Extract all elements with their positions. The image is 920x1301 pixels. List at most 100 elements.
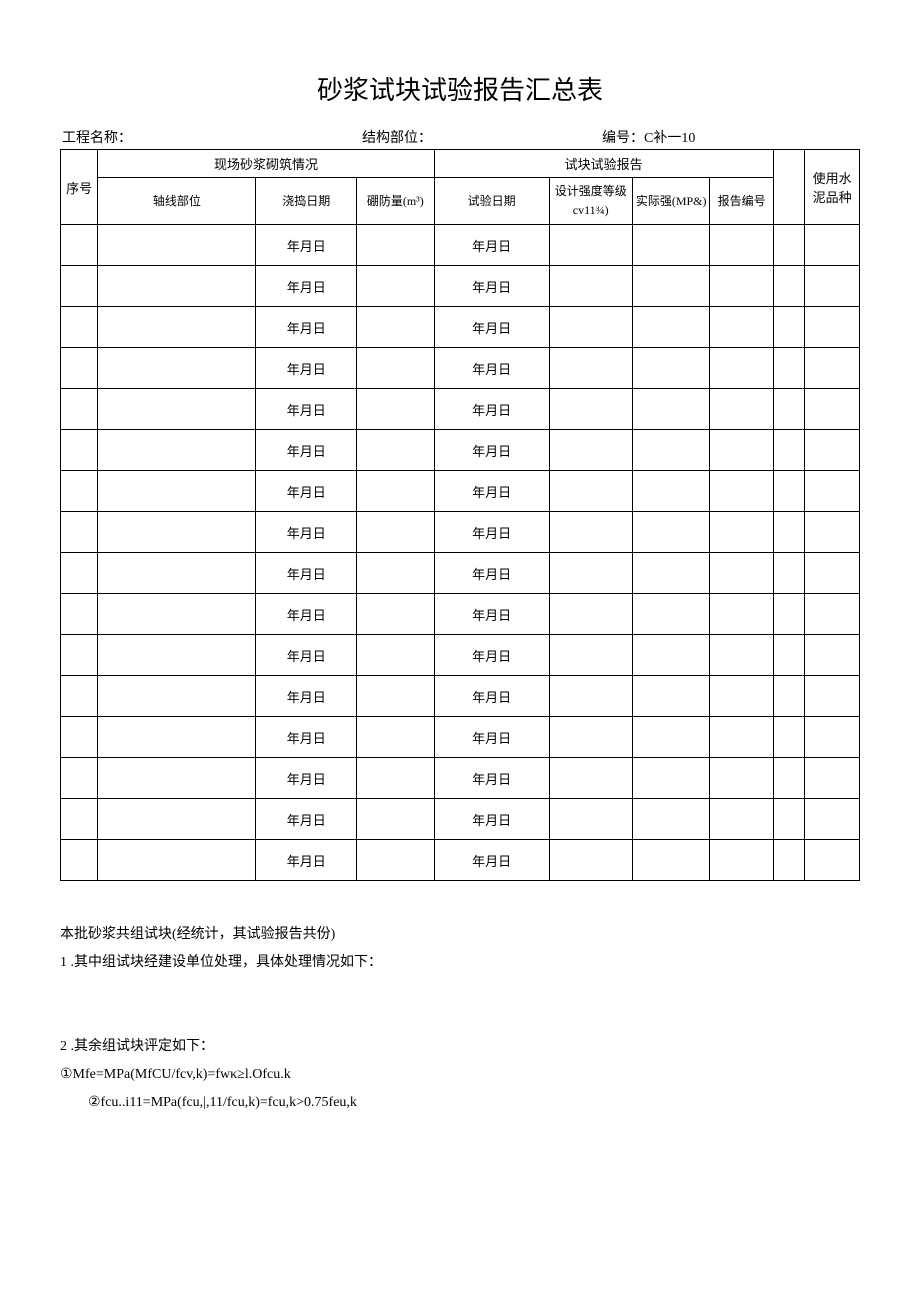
table-cell bbox=[632, 840, 710, 881]
header-report-group: 试块试验报告 bbox=[434, 150, 773, 178]
table-cell bbox=[549, 225, 632, 266]
table-cell: 年月日 bbox=[434, 594, 549, 635]
table-cell bbox=[61, 676, 98, 717]
table-cell bbox=[549, 307, 632, 348]
table-cell bbox=[61, 389, 98, 430]
table-cell bbox=[773, 676, 805, 717]
table-cell bbox=[710, 348, 773, 389]
table-cell bbox=[98, 307, 256, 348]
table-cell: 年月日 bbox=[434, 758, 549, 799]
table-cell bbox=[357, 758, 435, 799]
table-cell bbox=[61, 635, 98, 676]
table-cell: 年月日 bbox=[434, 471, 549, 512]
table-cell bbox=[632, 266, 710, 307]
table-cell: 年月日 bbox=[434, 389, 549, 430]
table-cell bbox=[357, 307, 435, 348]
table-cell bbox=[357, 799, 435, 840]
table-cell bbox=[549, 553, 632, 594]
table-row: 年月日年月日 bbox=[61, 471, 860, 512]
table-cell bbox=[805, 512, 860, 553]
table-row: 年月日年月日 bbox=[61, 635, 860, 676]
summary-table: 序号 现场砂浆砌筑情况 试块试验报告 使用水泥品种 轴线部位 浇捣日期 硼防量(… bbox=[60, 149, 860, 881]
table-cell bbox=[710, 389, 773, 430]
table-cell bbox=[632, 389, 710, 430]
table-cell bbox=[549, 799, 632, 840]
table-cell bbox=[710, 471, 773, 512]
table-cell bbox=[61, 266, 98, 307]
table-cell bbox=[61, 348, 98, 389]
table-cell: 年月日 bbox=[434, 430, 549, 471]
table-cell bbox=[773, 717, 805, 758]
table-cell: 年月日 bbox=[256, 348, 357, 389]
table-cell: 年月日 bbox=[434, 307, 549, 348]
table-cell bbox=[710, 307, 773, 348]
serial-number-label: 编号：C补一10 bbox=[602, 127, 858, 147]
table-cell: 年月日 bbox=[434, 635, 549, 676]
table-cell bbox=[549, 635, 632, 676]
table-cell bbox=[98, 717, 256, 758]
table-cell bbox=[61, 594, 98, 635]
table-cell: 年月日 bbox=[256, 307, 357, 348]
table-cell bbox=[549, 512, 632, 553]
table-cell bbox=[549, 717, 632, 758]
table-cell bbox=[61, 799, 98, 840]
table-cell bbox=[805, 635, 860, 676]
table-cell bbox=[773, 225, 805, 266]
table-cell: 年月日 bbox=[256, 512, 357, 553]
table-row: 年月日 年月日 bbox=[61, 389, 860, 430]
table-cell bbox=[549, 471, 632, 512]
table-cell: 年月日 bbox=[434, 799, 549, 840]
table-cell bbox=[773, 266, 805, 307]
table-cell: 年月日 bbox=[256, 758, 357, 799]
header-axis: 轴线部位 bbox=[98, 178, 256, 225]
table-cell bbox=[98, 348, 256, 389]
table-cell: 年月日 bbox=[256, 594, 357, 635]
table-cell bbox=[710, 717, 773, 758]
table-cell bbox=[710, 225, 773, 266]
table-cell: 年月日 bbox=[256, 389, 357, 430]
table-cell bbox=[805, 717, 860, 758]
table-cell bbox=[98, 635, 256, 676]
table-cell bbox=[632, 553, 710, 594]
table-cell bbox=[773, 635, 805, 676]
table-row: 年月日 年月日 bbox=[61, 553, 860, 594]
table-cell: 年月日 bbox=[256, 553, 357, 594]
note-line-2: 1 .其中组试块经建设单位处理，具体处理情况如下： bbox=[60, 949, 860, 977]
table-cell bbox=[710, 758, 773, 799]
table-cell: 年月日 bbox=[256, 430, 357, 471]
table-cell bbox=[357, 266, 435, 307]
table-cell bbox=[710, 553, 773, 594]
header-test-date: 试验日期 bbox=[434, 178, 549, 225]
table-cell bbox=[357, 512, 435, 553]
table-cell bbox=[98, 799, 256, 840]
table-cell bbox=[632, 307, 710, 348]
table-body: 年月日年月日年月日年月日年月日年月日年月日年月日年月日年月日年月日年月日年月日年… bbox=[61, 225, 860, 881]
table-row: 年月日年月日 bbox=[61, 676, 860, 717]
note-line-1: 本批砂浆共组试块(经统计，其试验报告共份) bbox=[60, 921, 860, 949]
table-cell bbox=[710, 799, 773, 840]
table-cell bbox=[773, 471, 805, 512]
table-cell bbox=[632, 635, 710, 676]
table-cell bbox=[805, 266, 860, 307]
table-cell bbox=[805, 348, 860, 389]
table-row: 年月日 年月日 bbox=[61, 307, 860, 348]
table-row: 年月日 年月日 bbox=[61, 594, 860, 635]
table-cell bbox=[549, 348, 632, 389]
table-cell: 年月日 bbox=[434, 553, 549, 594]
table-cell bbox=[773, 389, 805, 430]
table-cell bbox=[805, 594, 860, 635]
table-cell: 年月日 bbox=[256, 225, 357, 266]
table-cell bbox=[805, 799, 860, 840]
table-cell bbox=[357, 348, 435, 389]
header-site-group: 现场砂浆砌筑情况 bbox=[98, 150, 434, 178]
table-cell bbox=[357, 676, 435, 717]
header-actual-strength: 实际强(MP&) bbox=[632, 178, 710, 225]
note-line-3: 2 .其余组试块评定如下： bbox=[60, 1033, 860, 1061]
table-cell bbox=[357, 225, 435, 266]
table-cell bbox=[710, 676, 773, 717]
page-title: 砂浆试块试验报告汇总表 bbox=[60, 70, 860, 107]
table-cell bbox=[98, 266, 256, 307]
table-cell bbox=[98, 840, 256, 881]
table-cell bbox=[98, 553, 256, 594]
header-design-grade: 设计强度等级cv11¾) bbox=[549, 178, 632, 225]
